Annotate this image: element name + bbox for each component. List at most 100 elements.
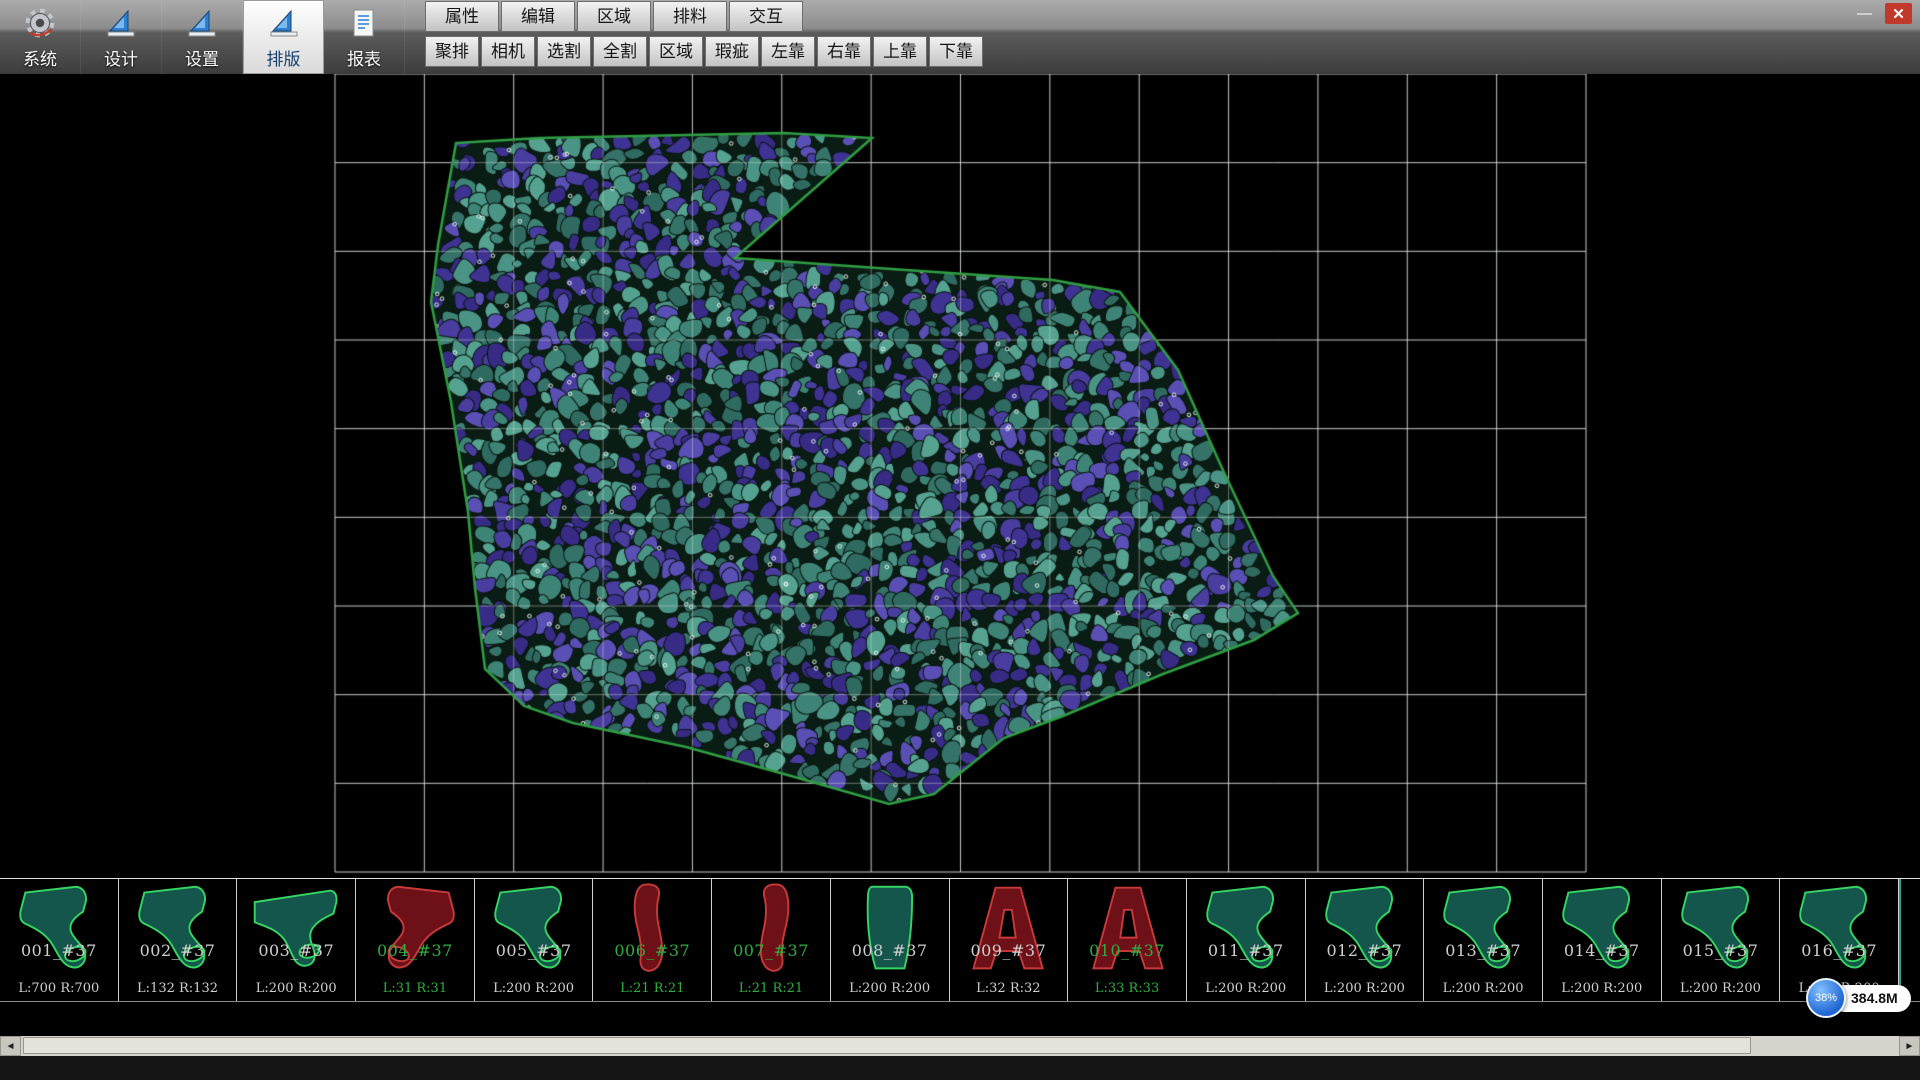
scroll-right-arrow[interactable]: ► (1899, 1036, 1920, 1056)
piece-thumb-2[interactable]: 003_#37 L:200 R:200 (237, 879, 356, 1001)
toolbar-item-system[interactable]: 系统 (0, 0, 81, 74)
scrollbar-thumb[interactable] (23, 1037, 1751, 1054)
piece-name: 006_#37 (593, 941, 711, 960)
scroll-left-arrow[interactable]: ◄ (0, 1036, 21, 1056)
piece-shape (1672, 881, 1770, 977)
piece-lr-count: L:200 R:200 (1543, 981, 1661, 996)
horizontal-scrollbar[interactable]: ◄ ► (0, 1036, 1920, 1056)
piece-name: 002_#37 (119, 941, 237, 960)
tool-button-5[interactable]: 瑕疵 (705, 36, 759, 67)
piece-thumb-10[interactable]: 011_#37 L:200 R:200 (1187, 879, 1306, 1001)
minimize-button[interactable]: — (1851, 3, 1878, 24)
piece-lr-count: L:200 R:200 (1187, 981, 1305, 996)
gear-icon (23, 4, 57, 42)
piece-shape (603, 881, 701, 977)
piece-lr-count: L:31 R:31 (356, 981, 474, 996)
piece-lr-count: L:200 R:200 (237, 981, 355, 996)
menu-area: 属性编辑区域排料交互 聚排相机选割全割区域瑕疵左靠右靠上靠下靠 (425, 0, 983, 74)
piece-lr-count: L:132 R:132 (119, 981, 237, 996)
main-toolbar: 系统 设计 设置 (0, 0, 405, 74)
piece-lr-count: L:200 R:200 (475, 981, 593, 996)
piece-thumb-0[interactable]: 001_#37 L:700 R:700 (0, 879, 119, 1001)
piece-shape (1197, 881, 1295, 977)
menu-tab-0[interactable]: 属性 (425, 1, 499, 32)
tool-button-6[interactable]: 左靠 (761, 36, 815, 67)
piece-thumb-11[interactable]: 012_#37L:200 R:200 (1306, 879, 1425, 1001)
piece-thumb-9[interactable]: 010_#37L:33 R:33 (1068, 879, 1187, 1001)
piece-thumb-12[interactable]: 013_#37L:200 R:200 (1424, 879, 1543, 1001)
tool-button-2[interactable]: 选割 (537, 36, 591, 67)
toolbar-item-report[interactable]: 报表 (324, 0, 405, 74)
piece-shape (1078, 881, 1176, 977)
toolbar-item-settings[interactable]: 设置 (162, 0, 243, 74)
close-button[interactable]: ✕ (1885, 3, 1912, 24)
toolbar-item-label: 设置 (185, 45, 219, 70)
nesting-icon (268, 4, 300, 42)
bottom-gap (0, 1056, 1920, 1080)
tool-button-7[interactable]: 右靠 (817, 36, 871, 67)
piece-lr-count: L:200 R:200 (1424, 981, 1542, 996)
piece-thumb-3[interactable]: 004_#37L:31 R:31 (356, 879, 475, 1001)
piece-list: 001_#37L:700 R:700002_#37L:132 R:132003_… (0, 879, 1901, 1001)
piece-shape (960, 881, 1058, 977)
piece-name: 015_#37 (1662, 941, 1780, 960)
piece-shape (1790, 881, 1888, 977)
tool-button-0[interactable]: 聚排 (425, 36, 479, 67)
piece-name: 016_#37 (1780, 941, 1898, 960)
top-toolbar: 系统 设计 设置 (0, 0, 1920, 74)
piece-thumb-5[interactable]: 006_#37L:21 R:21 (593, 879, 712, 1001)
design-icon (105, 4, 137, 42)
progress-percent: 38% (1806, 978, 1846, 1018)
piece-shape (247, 881, 345, 977)
tool-button-3[interactable]: 全割 (593, 36, 647, 67)
piece-name: 005_#37 (475, 941, 593, 960)
piece-shape (10, 881, 108, 977)
piece-shape (1434, 881, 1532, 977)
menu-tab-row: 属性编辑区域排料交互 (425, 1, 983, 32)
piece-lr-count: L:32 R:32 (950, 981, 1068, 996)
app-window: 系统 设计 设置 (0, 0, 1920, 1080)
piece-name: 010_#37 (1068, 941, 1186, 960)
piece-thumb-4[interactable]: 005_#37 L:200 R:200 (475, 879, 594, 1001)
scrollbar-track[interactable] (21, 1036, 1899, 1056)
piece-thumb-8[interactable]: 009_#37 L:32 R:32 (950, 879, 1069, 1001)
progress-badge: 38% 384.8M (1806, 978, 1911, 1018)
bottom-spacer (0, 1002, 1920, 1036)
piece-thumb-14[interactable]: 015_#37 L:200 R:200 (1662, 879, 1781, 1001)
piece-thumb-13[interactable]: 014_#37 L:200 R:200 (1543, 879, 1662, 1001)
toolbar-item-label: 排版 (267, 45, 301, 70)
piece-name: 007_#37 (712, 941, 830, 960)
toolbar-item-label: 报表 (347, 45, 381, 70)
menu-tab-2[interactable]: 区域 (577, 1, 651, 32)
piece-name: 008_#37 (831, 941, 949, 960)
menu-tab-1[interactable]: 编辑 (501, 1, 575, 32)
piece-name: 014_#37 (1543, 941, 1661, 960)
piece-shape (485, 881, 583, 977)
piece-lr-count: L:700 R:700 (0, 981, 118, 996)
piece-name: 003_#37 (237, 941, 355, 960)
piece-name: 001_#37 (0, 941, 118, 960)
piece-name: 009_#37 (950, 941, 1068, 960)
piece-name: 012_#37 (1306, 941, 1424, 960)
piece-strip-wrap: 001_#37L:700 R:700002_#37L:132 R:132003_… (0, 878, 1920, 1002)
tool-button-9[interactable]: 下靠 (929, 36, 983, 67)
piece-name: 011_#37 (1187, 941, 1305, 960)
piece-thumb-1[interactable]: 002_#37 L:132 R:132 (119, 879, 238, 1001)
piece-lr-count: L:200 R:200 (1662, 981, 1780, 996)
toolbar-item-design[interactable]: 设计 (81, 0, 162, 74)
menu-tab-3[interactable]: 排料 (653, 1, 727, 32)
tool-button-8[interactable]: 上靠 (873, 36, 927, 67)
piece-shape (722, 881, 820, 977)
tool-button-1[interactable]: 相机 (481, 36, 535, 67)
piece-thumb-7[interactable]: 008_#37L:200 R:200 (831, 879, 950, 1001)
piece-lr-count: L:21 R:21 (712, 981, 830, 996)
nesting-canvas-area[interactable] (0, 74, 1920, 878)
menu-tab-4[interactable]: 交互 (729, 1, 803, 32)
toolbar-item-label: 系统 (23, 45, 57, 70)
report-icon (348, 4, 380, 42)
settings-icon (186, 4, 218, 42)
piece-thumb-6[interactable]: 007_#37 L:21 R:21 (712, 879, 831, 1001)
tool-button-4[interactable]: 区域 (649, 36, 703, 67)
toolbar-item-nesting[interactable]: 排版 (243, 0, 324, 74)
nesting-canvas[interactable] (0, 74, 1920, 878)
